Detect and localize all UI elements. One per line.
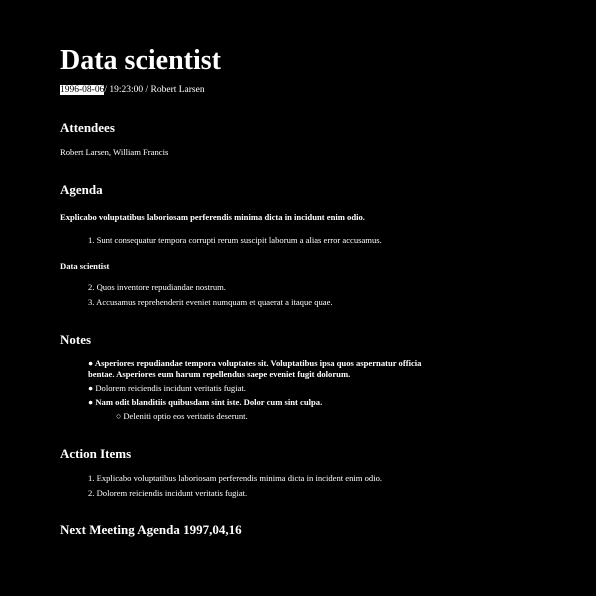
action-items-heading: Action Items (60, 446, 132, 461)
document-meta: 1996-08-06/ 19:23:00 / Robert Larsen (60, 84, 205, 96)
attendees-list: Robert Larsen, William Francis (60, 147, 169, 157)
agenda-item: 2. Quos inventore repudiandae nostrum. (88, 282, 226, 292)
agenda-item: 1. Sunt consequatur tempora corrupti rer… (88, 235, 382, 245)
attendees-heading: Attendees (60, 120, 115, 135)
note-subitem: ○ Deleniti optio eos veritatis deserunt. (116, 411, 248, 421)
note-item: ● Nam odit blanditiis quibusdam sint ist… (88, 397, 323, 407)
next-meeting-heading: Next Meeting Agenda 1997,04,16 (60, 522, 242, 537)
meeting-time-author: / 19:23:00 / Robert Larsen (104, 85, 205, 95)
agenda-heading: Agenda (60, 182, 103, 197)
note-item: ● Asperiores repudiandae tempora volupta… (88, 358, 422, 379)
note-item: ● Dolorem reiciendis incidunt veritatis … (88, 383, 246, 393)
agenda-item: 3. Accusamus reprehenderit eveniet numqu… (88, 297, 333, 307)
document-title: Data scientist (60, 45, 221, 76)
action-item: 1. Explicabo voluptatibus laboriosam per… (88, 473, 383, 483)
notes-heading: Notes (60, 332, 92, 347)
meeting-date: 1996-08-06 (60, 85, 105, 95)
agenda-topic: Data scientist (60, 261, 110, 271)
action-item: 2. Dolorem reiciendis incidunt veritatis… (88, 488, 248, 498)
agenda-topic: Explicabo voluptatibus laboriosam perfer… (60, 212, 365, 222)
